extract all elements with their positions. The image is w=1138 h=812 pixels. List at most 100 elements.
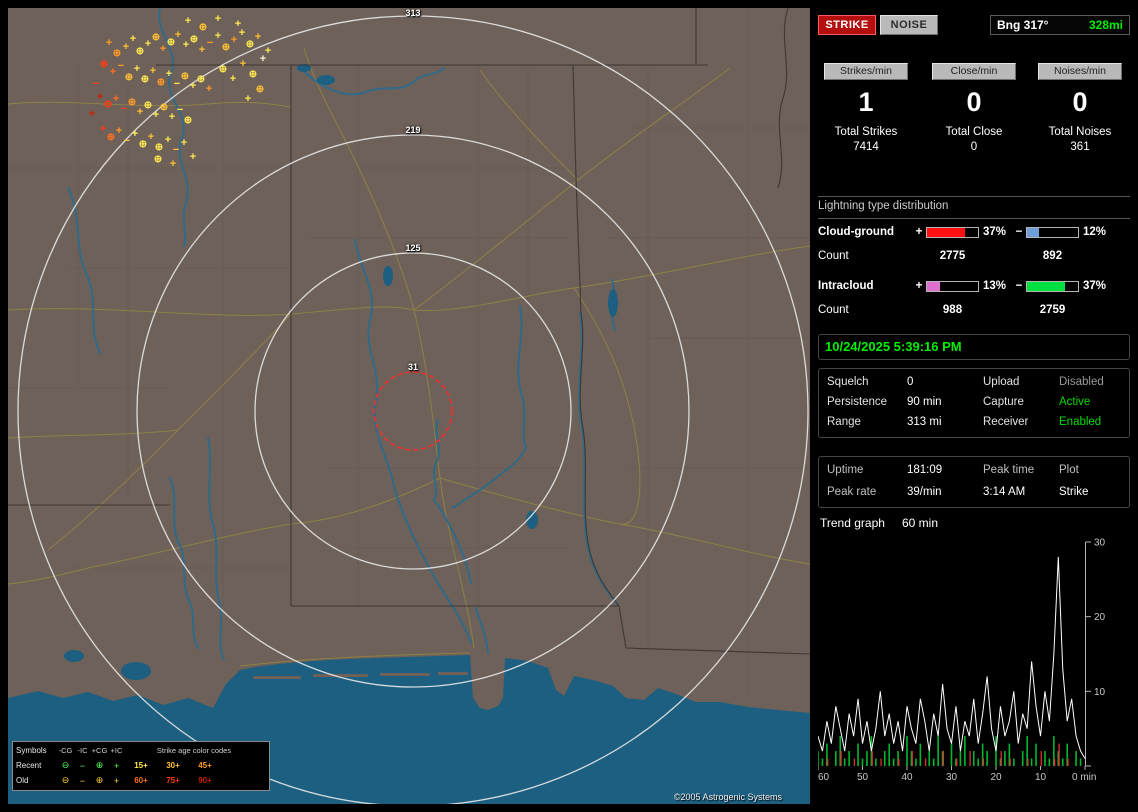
persistence-value: 90 min <box>907 396 942 408</box>
peak-time-label: Peak time <box>983 464 1035 476</box>
uptime-value: 181:09 <box>907 464 943 476</box>
cg-pos-icon: ⊕ <box>95 775 104 785</box>
count-label: Count <box>818 250 849 262</box>
svg-text:20: 20 <box>990 772 1002 783</box>
svg-text:⊕: ⊕ <box>155 142 163 153</box>
svg-text:+: + <box>169 111 175 123</box>
total-close-value: 0 <box>970 141 978 153</box>
count-label: Count <box>818 304 849 316</box>
svg-text:⊕: ⊕ <box>154 154 162 165</box>
svg-text:+: + <box>137 106 143 118</box>
range-ring-label: 313 <box>405 8 421 18</box>
svg-text:+: + <box>215 30 221 42</box>
svg-text:+: + <box>145 38 151 50</box>
svg-text:⊕: ⊕ <box>256 84 264 95</box>
svg-text:⊕: ⊕ <box>141 74 149 85</box>
strikes-counter: Strikes/min 1 Total Strikes 7414 <box>816 63 916 153</box>
svg-text:60: 60 <box>818 772 830 783</box>
total-strikes-value: 7414 <box>853 141 879 153</box>
svg-text:+: + <box>123 41 129 53</box>
plot-value: Strike <box>1059 486 1089 498</box>
svg-text:⊕: ⊕ <box>157 77 165 88</box>
svg-text:−: − <box>177 104 183 116</box>
svg-text:+: + <box>130 33 136 45</box>
bearing-distance: 328mi <box>1088 18 1123 32</box>
svg-text:+: + <box>113 93 119 105</box>
trend-graph-label: Trend graph <box>820 516 885 530</box>
total-strikes-label: Total Strikes <box>834 126 898 138</box>
age-code: 60+ <box>134 776 148 785</box>
svg-text:+: + <box>215 13 221 25</box>
legend-row-label: Recent <box>16 761 42 770</box>
strikes-per-min-value: 1 <box>858 87 874 117</box>
receiver-status: Enabled <box>1059 416 1102 428</box>
svg-text:+: + <box>134 63 140 75</box>
noise-indicator[interactable]: NOISE <box>880 15 938 35</box>
datetime-display: 10/24/2025 5:39:16 PM <box>818 334 1130 360</box>
svg-text:⊕: ⊕ <box>128 97 136 108</box>
svg-text:⊕: ⊕ <box>219 64 227 75</box>
svg-text:−: − <box>121 103 127 115</box>
legend-age-header: Strike age color codes <box>156 746 232 755</box>
svg-text:+: + <box>110 66 116 78</box>
svg-text:−: − <box>93 78 99 90</box>
svg-text:10: 10 <box>1094 687 1106 698</box>
peak-rate-label: Peak rate <box>827 486 877 498</box>
svg-text:−: − <box>207 37 213 49</box>
svg-text:−: − <box>124 135 130 147</box>
svg-text:10: 10 <box>1035 772 1047 783</box>
range-label: Range <box>827 416 861 428</box>
peak-time-value: 3:14 AM <box>983 486 1026 498</box>
svg-text:+: + <box>160 43 166 55</box>
svg-text:⊕: ⊕ <box>184 115 192 126</box>
uptime-label: Uptime <box>827 464 864 476</box>
svg-text:+: + <box>97 91 103 103</box>
svg-text:+: + <box>185 15 191 27</box>
close-counter: Close/min 0 Total Close 0 <box>924 63 1024 153</box>
ic-positive-pct: 13% <box>983 280 1007 292</box>
cg-negative-bar <box>1026 227 1079 238</box>
cg-negative-count: 892 <box>1042 250 1063 262</box>
svg-text:+: + <box>181 137 187 149</box>
ic-negative-count: 2759 <box>1039 304 1066 316</box>
total-close-label: Total Close <box>945 126 1003 138</box>
legend-row-label: Old <box>16 776 29 785</box>
cg-positive-bar-fill <box>927 228 965 237</box>
legend-col-header: +CG <box>91 746 108 755</box>
capture-label: Capture <box>983 396 1024 408</box>
noises-per-min-value: 0 <box>1072 87 1088 117</box>
svg-text:⊕: ⊕ <box>136 46 144 57</box>
close-per-min-button[interactable]: Close/min <box>932 63 1016 80</box>
legend-col-header: +IC <box>110 746 123 755</box>
cg-positive-pct: 37% <box>983 226 1007 238</box>
svg-text:⊕: ⊕ <box>181 71 189 82</box>
svg-text:+: + <box>255 31 261 43</box>
svg-text:−: − <box>173 144 179 156</box>
svg-text:+: + <box>132 128 138 140</box>
range-ring-label: 219 <box>405 125 421 135</box>
strike-indicator[interactable]: STRIKE <box>818 15 876 35</box>
cg-negative-pct: 12% <box>1083 226 1107 238</box>
ic-positive-count: 988 <box>942 304 963 316</box>
trend-graph: 10 20 30 0 min 60 50 40 30 20 10 <box>818 538 1106 783</box>
legend-symbols-header: Symbols <box>16 746 47 755</box>
svg-text:+: + <box>150 65 156 77</box>
squelch-value: 0 <box>907 376 914 388</box>
cg-negative-bar-fill <box>1027 228 1040 237</box>
lightning-map[interactable]: + ⊕ + + ⊕ + ⊕ + ⊕ + + ⊕ + − + ⊕ + + ⊕ + ⊕ + − ⊕ + ⊕ + ⊕ + − ⊕ + ⊕ + + ⊕ + − ⊕ +… <box>8 8 810 804</box>
svg-text:⊕: ⊕ <box>152 32 160 43</box>
cg-positive-count: 2775 <box>939 250 966 262</box>
age-code: 90+ <box>198 776 212 785</box>
strikes-per-min-button[interactable]: Strikes/min <box>824 63 908 80</box>
intracloud-row: Intracloud + 13% − 37% <box>818 280 1130 294</box>
legend-col-header: -CG <box>58 746 73 755</box>
svg-text:+: + <box>153 109 159 121</box>
ic-neg-icon: − <box>79 775 86 786</box>
noises-per-min-button[interactable]: Noises/min <box>1038 63 1122 80</box>
svg-text:⊕: ⊕ <box>197 74 205 85</box>
svg-text:+: + <box>190 80 196 92</box>
range-ring-label: 125 <box>405 243 421 253</box>
capture-status: Active <box>1059 396 1091 408</box>
svg-text:⊕: ⊕ <box>190 34 198 45</box>
svg-text:⊕: ⊕ <box>160 102 168 113</box>
